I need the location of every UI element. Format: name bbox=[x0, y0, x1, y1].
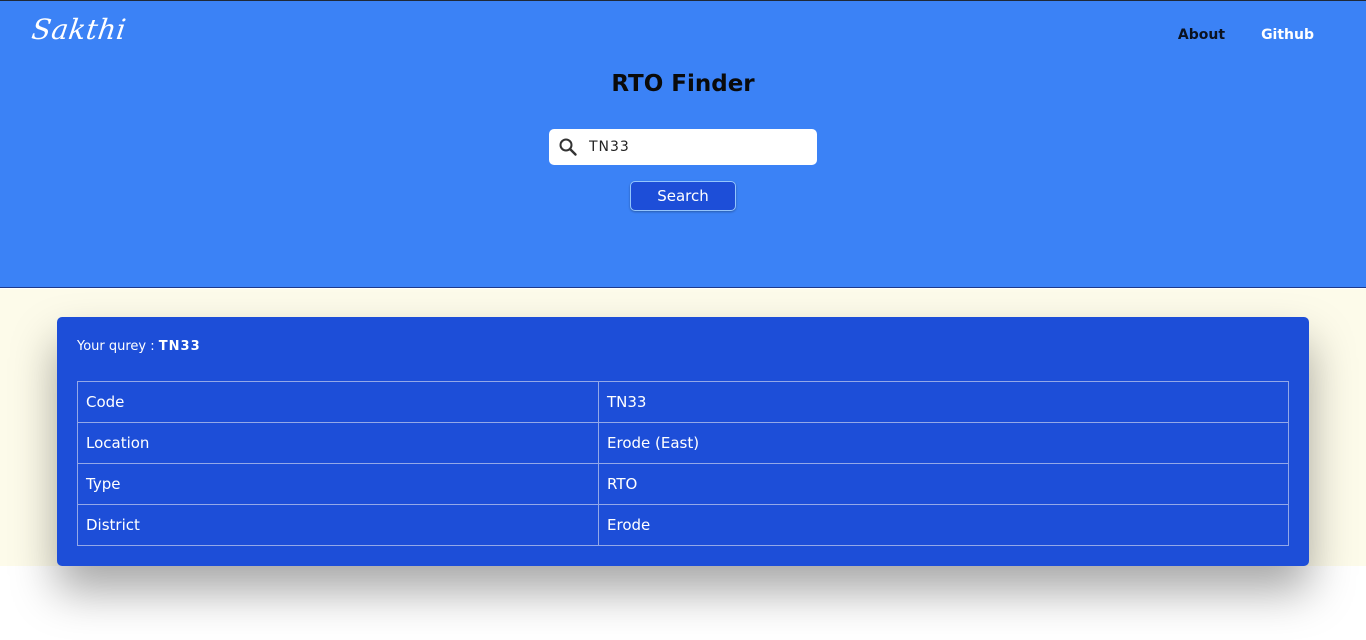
table-row: District Erode bbox=[77, 504, 1289, 546]
row-key: Code bbox=[77, 381, 599, 423]
row-key: Location bbox=[77, 422, 599, 464]
row-key: District bbox=[77, 504, 599, 546]
search-button[interactable]: Search bbox=[630, 181, 736, 211]
search-input[interactable] bbox=[589, 139, 799, 155]
result-card: Your qurey : TN33 Code TN33 Location Ero… bbox=[57, 317, 1309, 566]
table-row: Type RTO bbox=[77, 463, 1289, 505]
logo[interactable]: Sakthi bbox=[30, 13, 129, 46]
row-value: Erode bbox=[598, 504, 1289, 546]
row-value: Erode (East) bbox=[598, 422, 1289, 464]
top-nav: About Github bbox=[1178, 27, 1314, 43]
table-row: Code TN33 bbox=[77, 381, 1289, 423]
row-key: Type bbox=[77, 463, 599, 505]
page-title: RTO Finder bbox=[611, 71, 755, 97]
row-value: TN33 bbox=[598, 381, 1289, 423]
search-icon bbox=[557, 136, 579, 158]
nav-about-link[interactable]: About bbox=[1178, 27, 1225, 43]
row-value: RTO bbox=[598, 463, 1289, 505]
query-value: TN33 bbox=[158, 339, 201, 354]
nav-github-link[interactable]: Github bbox=[1261, 27, 1314, 43]
result-table: Code TN33 Location Erode (East) Type RTO… bbox=[77, 381, 1289, 546]
table-row: Location Erode (East) bbox=[77, 422, 1289, 464]
query-summary: Your qurey : TN33 bbox=[77, 339, 201, 354]
search-box bbox=[549, 129, 817, 165]
query-label: Your qurey : bbox=[77, 339, 159, 354]
